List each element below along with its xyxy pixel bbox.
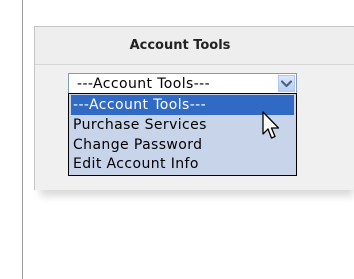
account-tools-panel: Account Tools ---Account Tools--- ---Acc… [34, 26, 354, 196]
mouse-pointer-icon [262, 111, 280, 139]
account-tools-select[interactable]: ---Account Tools--- [68, 73, 297, 94]
left-divider-line [22, 0, 23, 279]
chevron-down-icon [281, 79, 292, 87]
panel-title: Account Tools [35, 27, 354, 65]
dropdown-option-edit-account-info[interactable]: Edit Account Info [71, 154, 294, 174]
dropdown-arrow-button[interactable] [278, 75, 295, 92]
select-value: ---Account Tools--- [77, 76, 211, 92]
panel-body: Account Tools ---Account Tools--- ---Acc… [34, 26, 354, 190]
